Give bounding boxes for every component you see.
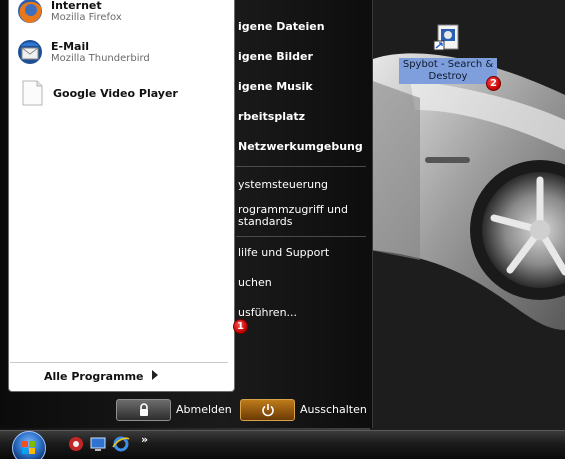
- spybot-desktop-label[interactable]: Spybot - Search & Destroy: [399, 58, 497, 84]
- thunderbird-icon: [18, 40, 42, 64]
- recent-item-label: Google Video Player: [53, 86, 178, 100]
- pinned-item-email[interactable]: E-Mail Mozilla Thunderbird: [16, 35, 150, 69]
- shutdown-button[interactable]: [240, 399, 295, 421]
- show-desktop-icon[interactable]: [89, 435, 107, 453]
- lock-icon: [139, 403, 148, 416]
- menu-item-eigene-bilder[interactable]: igene Bilder: [238, 50, 368, 64]
- spybot-icon[interactable]: [432, 22, 462, 52]
- tb-app-icon[interactable]: [67, 435, 85, 453]
- all-programs-button[interactable]: Alle Programme: [44, 368, 144, 384]
- firefox-icon: [18, 0, 42, 24]
- windows-logo-icon: [22, 441, 35, 454]
- pinned-item-sub: Mozilla Firefox: [51, 11, 122, 23]
- pinned-item-name: Internet: [51, 0, 102, 12]
- menu-item-arbeitsplatz[interactable]: rbeitsplatz: [238, 110, 368, 124]
- annotation-marker-number: 1: [237, 321, 244, 332]
- menu-item-eigene-musik[interactable]: igene Musik: [238, 80, 368, 94]
- spybot-label-line2: Destroy: [428, 71, 468, 82]
- spybot-label-line1: Spybot - Search &: [402, 59, 494, 70]
- annotation-marker-number: 2: [490, 78, 497, 89]
- arrow-right-icon: [152, 370, 158, 380]
- logoff-label[interactable]: Abmelden: [176, 403, 232, 416]
- menu-item-suchen[interactable]: uchen: [238, 276, 368, 290]
- taskbar-more-chevron[interactable]: »: [141, 433, 148, 446]
- recent-item-google-video-player[interactable]: Google Video Player: [18, 76, 178, 110]
- all-programs-label: Alle Programme: [44, 369, 144, 383]
- internet-explorer-icon[interactable]: [112, 435, 130, 453]
- menu-separator: [236, 236, 366, 237]
- menu-item-ausfuehren[interactable]: usführen...: [238, 306, 368, 320]
- menu-item-netzwerkumgebung[interactable]: Netzwerkumgebung: [238, 140, 368, 154]
- shutdown-label[interactable]: Ausschalten: [300, 403, 367, 416]
- menu-item-systemsteuerung[interactable]: ystemsteuerung: [238, 178, 368, 192]
- pinned-item-sub: Mozilla Thunderbird: [51, 52, 150, 64]
- menu-item-programmzugriff-line2[interactable]: standards: [238, 215, 368, 229]
- annotation-marker-2: 2: [486, 76, 501, 91]
- menu-item-eigene-dateien[interactable]: igene Dateien: [238, 20, 368, 34]
- menu-separator: [236, 166, 366, 167]
- pinned-item-name: E-Mail: [51, 39, 89, 53]
- power-icon: [261, 404, 274, 417]
- start-button[interactable]: [12, 431, 46, 459]
- pinned-item-internet[interactable]: Internet Mozilla Firefox: [16, 0, 122, 28]
- logoff-button[interactable]: [116, 399, 171, 421]
- document-icon: [22, 80, 43, 106]
- all-programs-separator: [10, 362, 228, 363]
- menu-item-hilfe-und-support[interactable]: lilfe und Support: [238, 246, 368, 260]
- annotation-marker-1: 1: [233, 319, 248, 334]
